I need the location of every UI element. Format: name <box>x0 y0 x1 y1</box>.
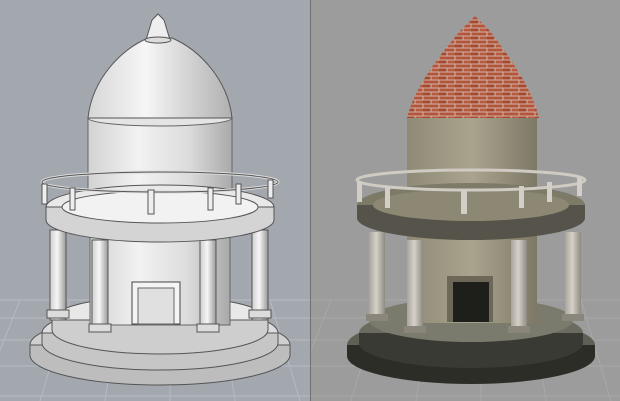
brick-dome <box>407 16 539 118</box>
rendered-model-canvas <box>311 16 620 401</box>
upper-drum <box>87 117 233 191</box>
shaded-model-canvas <box>0 13 311 401</box>
viewport-shaded[interactable] <box>0 0 311 401</box>
viewport-rendered[interactable] <box>311 0 620 401</box>
cad-window <box>0 0 620 401</box>
lantern <box>145 13 171 41</box>
dome <box>87 37 233 119</box>
doorway <box>131 281 181 325</box>
doorway <box>447 276 493 322</box>
